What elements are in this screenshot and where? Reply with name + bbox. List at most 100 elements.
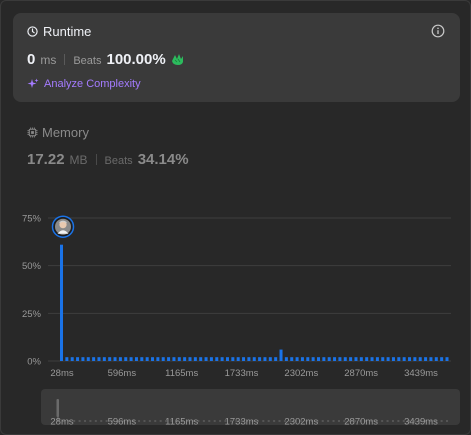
mini-bar xyxy=(440,420,443,422)
bar[interactable] xyxy=(349,357,353,361)
bar[interactable] xyxy=(258,357,262,361)
memory-title[interactable]: Memory xyxy=(27,125,89,140)
bar[interactable] xyxy=(354,357,358,361)
bar[interactable] xyxy=(70,357,74,361)
runtime-distribution-chart[interactable]: 0% 25% 50% 75% 28ms 596ms 1165ms 1733ms 2302ms 28… xyxy=(1,206,471,386)
bar[interactable] xyxy=(60,244,63,361)
bar[interactable] xyxy=(86,357,90,361)
bar[interactable] xyxy=(268,357,272,361)
bar[interactable] xyxy=(381,357,385,361)
bar[interactable] xyxy=(338,357,342,361)
range-tick-label: 1733ms xyxy=(225,417,259,428)
bar[interactable] xyxy=(209,357,213,361)
y-tick-label: 0% xyxy=(27,357,41,368)
bar[interactable] xyxy=(236,357,240,361)
bar[interactable] xyxy=(397,357,401,361)
bar[interactable] xyxy=(290,357,294,361)
bar[interactable] xyxy=(172,357,176,361)
mini-bar xyxy=(273,420,276,422)
mini-bar xyxy=(159,420,162,422)
mini-bar xyxy=(89,420,92,422)
bar[interactable] xyxy=(140,357,144,361)
bar[interactable] xyxy=(188,357,192,361)
bar[interactable] xyxy=(204,357,208,361)
memory-beats-label: Beats xyxy=(104,155,133,167)
range-slider[interactable]: 28ms 596ms 1165ms 1733ms 2302ms 2870ms 3439ms xyxy=(1,389,471,429)
bar[interactable] xyxy=(242,357,246,361)
mini-bar xyxy=(262,420,265,422)
bar[interactable] xyxy=(102,357,106,361)
bar[interactable] xyxy=(306,357,310,361)
bar[interactable] xyxy=(167,357,171,361)
bar[interactable] xyxy=(434,357,438,361)
bar[interactable] xyxy=(124,357,128,361)
bar[interactable] xyxy=(76,357,80,361)
bar[interactable] xyxy=(97,357,101,361)
x-tick-label: 2302ms xyxy=(284,368,318,379)
info-icon[interactable] xyxy=(431,24,445,38)
bar[interactable] xyxy=(418,357,422,361)
bar[interactable] xyxy=(365,357,369,361)
bar[interactable] xyxy=(161,357,165,361)
bar[interactable] xyxy=(300,357,304,361)
bar[interactable] xyxy=(252,357,256,361)
user-avatar-marker[interactable] xyxy=(51,215,75,238)
mini-bar xyxy=(94,420,97,422)
mini-bar xyxy=(391,420,394,422)
bar[interactable] xyxy=(215,357,219,361)
bar[interactable] xyxy=(274,357,278,361)
bar[interactable] xyxy=(134,357,138,361)
bar[interactable] xyxy=(81,357,85,361)
bar[interactable] xyxy=(151,357,155,361)
bar[interactable] xyxy=(108,357,112,361)
bar[interactable] xyxy=(424,357,428,361)
bar[interactable] xyxy=(220,357,224,361)
bar[interactable] xyxy=(231,357,235,361)
mini-bar xyxy=(219,420,222,422)
bar[interactable] xyxy=(375,357,379,361)
bar[interactable] xyxy=(284,357,288,361)
bar[interactable] xyxy=(247,357,251,361)
bar[interactable] xyxy=(263,357,267,361)
bar[interactable] xyxy=(129,357,133,361)
runtime-stats: 0 ms Beats 100.00% xyxy=(27,51,185,68)
bar[interactable] xyxy=(279,349,283,361)
bar[interactable] xyxy=(445,357,449,361)
bar[interactable] xyxy=(413,357,417,361)
bar[interactable] xyxy=(391,357,395,361)
bar[interactable] xyxy=(65,357,69,361)
bar[interactable] xyxy=(113,357,117,361)
bar[interactable] xyxy=(327,357,331,361)
bar[interactable] xyxy=(408,357,412,361)
bar[interactable] xyxy=(370,357,374,361)
bar[interactable] xyxy=(333,357,337,361)
bar[interactable] xyxy=(343,357,347,361)
bar[interactable] xyxy=(156,357,160,361)
runtime-card[interactable]: Runtime 0 ms Beats 100.00% Analyze Compl… xyxy=(13,13,460,102)
range-handle-left[interactable] xyxy=(56,399,60,417)
memory-stats: 17.22 MB Beats 34.14% xyxy=(27,151,189,168)
x-tick-label: 3439ms xyxy=(404,368,438,379)
bar[interactable] xyxy=(145,357,149,361)
mini-bar xyxy=(278,420,281,422)
divider xyxy=(64,54,66,65)
bar[interactable] xyxy=(322,357,326,361)
bar[interactable] xyxy=(317,357,320,361)
bar[interactable] xyxy=(359,357,363,361)
bar[interactable] xyxy=(183,357,187,361)
bar[interactable] xyxy=(402,357,406,361)
range-tick-label: 2302ms xyxy=(284,417,318,428)
analyze-complexity-link[interactable]: Analyze Complexity xyxy=(27,78,141,90)
bar[interactable] xyxy=(199,357,203,361)
bar[interactable] xyxy=(440,357,444,361)
bar[interactable] xyxy=(193,357,197,361)
bar[interactable] xyxy=(386,357,390,361)
bar[interactable] xyxy=(118,357,122,361)
bar[interactable] xyxy=(429,357,433,361)
bar[interactable] xyxy=(311,357,315,361)
bar[interactable] xyxy=(92,357,96,361)
bar[interactable] xyxy=(177,357,181,361)
clock-icon xyxy=(27,26,38,37)
bar[interactable] xyxy=(225,357,229,361)
bar[interactable] xyxy=(295,357,299,361)
